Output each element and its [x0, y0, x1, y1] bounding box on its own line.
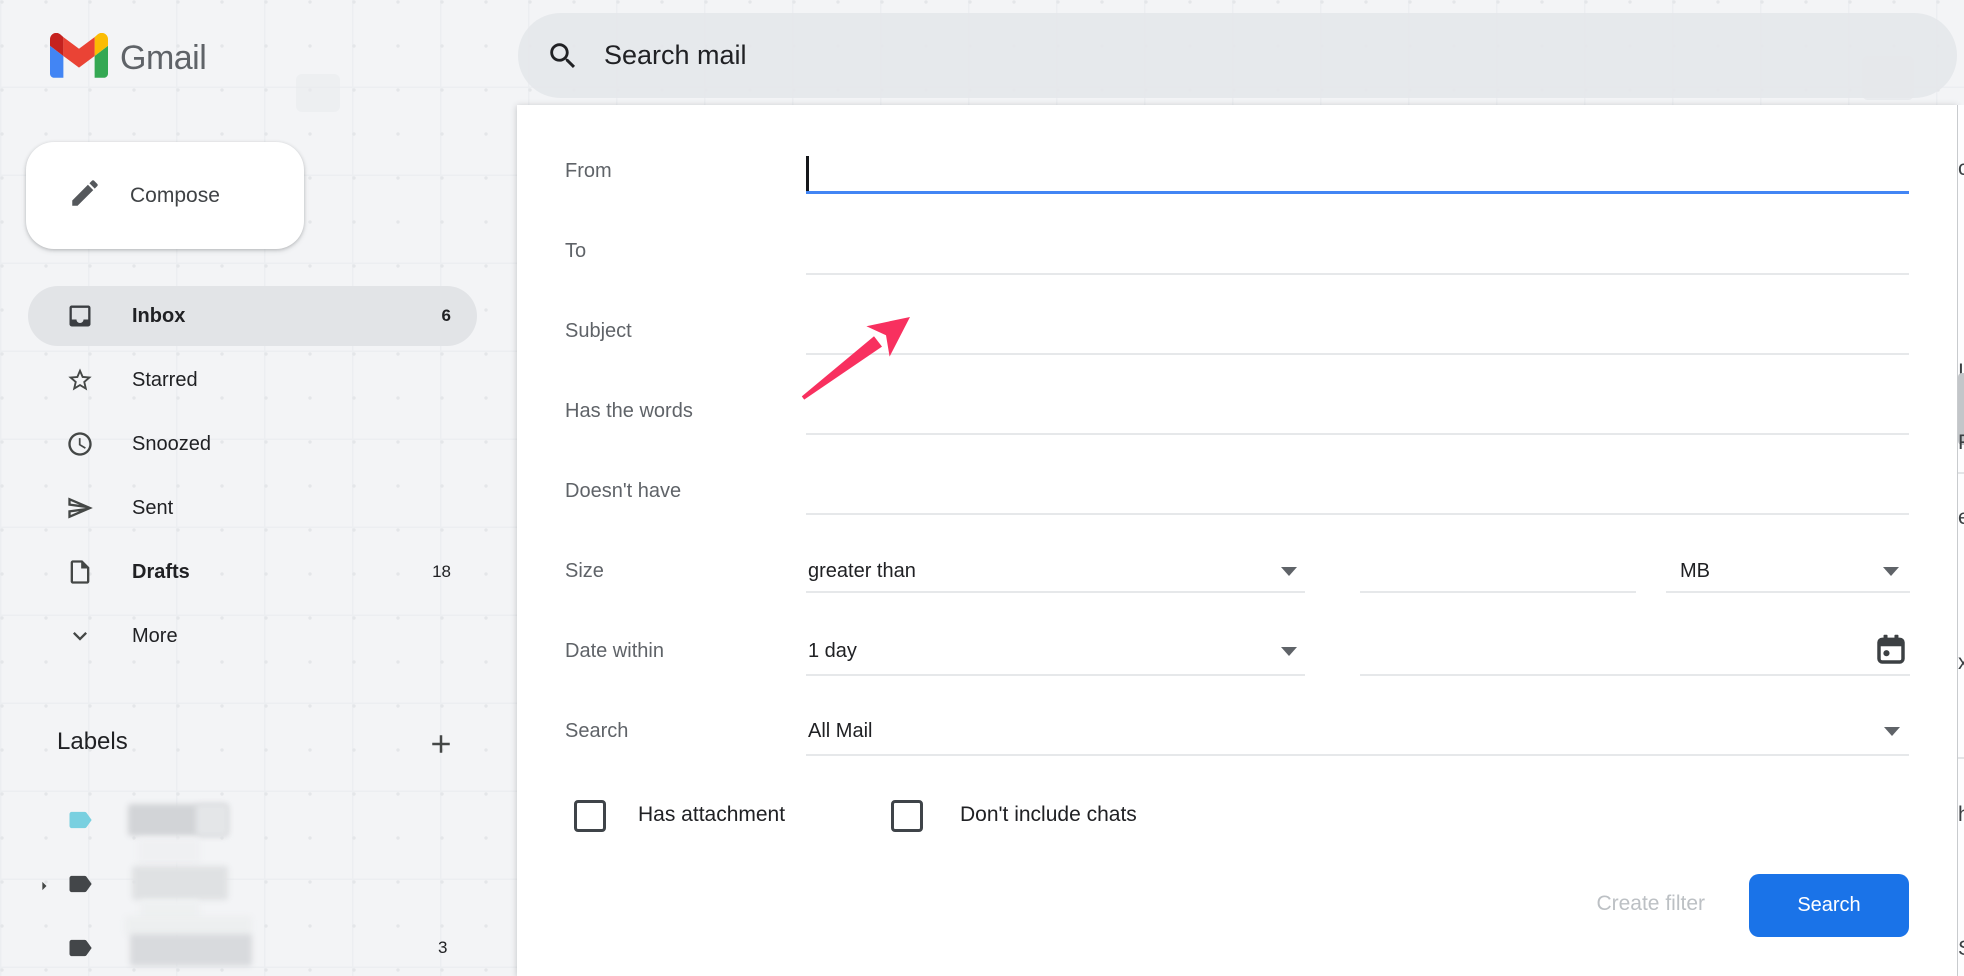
subject-field-label: Subject: [565, 320, 632, 343]
calendar-icon[interactable]: [1875, 632, 1907, 673]
search-mail-input[interactable]: Search mail: [518, 13, 1957, 98]
sidebar-item-more[interactable]: More: [28, 606, 477, 666]
dropdown-arrow-icon: [1884, 727, 1900, 736]
sidebar-item-snoozed[interactable]: Snoozed: [28, 414, 477, 474]
underline: [1360, 674, 1910, 676]
underline: [806, 273, 1909, 275]
drafts-count-badge: 18: [432, 562, 451, 582]
search-scope-dropdown[interactable]: All Mail: [806, 707, 1909, 753]
edge-text-fragment: F: [1958, 431, 1964, 455]
redacted-label-text: [196, 804, 228, 836]
sidebar-item-label: Inbox: [132, 305, 185, 328]
redacted-label-text: [132, 866, 228, 900]
redacted-label-text: [138, 838, 200, 864]
sidebar-item-inbox[interactable]: Inbox 6: [28, 286, 477, 346]
size-amount-input[interactable]: [1360, 547, 1636, 593]
pencil-icon: [68, 176, 102, 215]
search-scope-value: All Mail: [808, 720, 872, 743]
expand-label-icon[interactable]: [34, 876, 54, 896]
label-tag-icon: [66, 870, 94, 898]
sidebar-item-label: Drafts: [132, 561, 190, 584]
has-attachment-checkbox[interactable]: [574, 800, 606, 832]
search-icon[interactable]: [546, 39, 580, 73]
edge-text-fragment: e: [1958, 506, 1964, 530]
size-operator-value: greater than: [808, 560, 916, 583]
date-within-field-label: Date within: [565, 640, 664, 663]
sidebar-item-starred[interactable]: Starred: [28, 350, 477, 410]
edge-text-fragment: S: [1958, 937, 1964, 961]
add-label-button[interactable]: [426, 729, 456, 759]
chevron-down-icon: [66, 622, 94, 650]
underline: [806, 353, 1909, 355]
label-tag-icon: [66, 934, 94, 962]
sidebar-item-label: Starred: [132, 369, 198, 392]
sidebar-item-label: Sent: [132, 497, 173, 520]
underline: [806, 433, 1909, 435]
label-tag-icon-teal: [66, 806, 94, 834]
has-words-field-label: Has the words: [565, 400, 693, 423]
to-field-label: To: [565, 240, 586, 263]
date-range-dropdown[interactable]: 1 day: [806, 627, 1305, 673]
size-field-label: Size: [565, 560, 604, 583]
search-button[interactable]: Search: [1749, 874, 1909, 937]
dont-include-chats-checkbox[interactable]: [891, 800, 923, 832]
to-input[interactable]: [806, 227, 1909, 273]
sidebar-item-label: More: [132, 625, 178, 648]
search-placeholder: Search mail: [604, 40, 747, 71]
redacted-label-text: [125, 916, 252, 936]
draft-icon: [66, 558, 94, 586]
inbox-icon: [66, 302, 94, 330]
inbox-count-badge: 6: [442, 306, 451, 326]
edge-divider: [1958, 472, 1964, 474]
labels-section-title: Labels: [57, 728, 128, 756]
underline: [806, 513, 1909, 515]
create-filter-button[interactable]: Create filter: [1525, 892, 1705, 916]
edge-divider: [1958, 757, 1964, 759]
gmail-wordmark: Gmail: [120, 39, 206, 78]
underline: [806, 754, 1909, 756]
size-operator-dropdown[interactable]: greater than: [806, 547, 1305, 593]
advanced-search-panel: From To Subject Has the words Doesn't ha…: [517, 105, 1957, 976]
subject-input[interactable]: [806, 307, 1909, 353]
underline: [1360, 591, 1636, 593]
from-input[interactable]: [806, 145, 1909, 191]
dropdown-arrow-icon: [1883, 567, 1899, 576]
dropdown-arrow-icon: [1281, 647, 1297, 656]
edge-text-fragment: x: [1958, 651, 1964, 675]
background-pattern-square: [296, 74, 340, 112]
gmail-logo-icon: [50, 33, 108, 83]
sidebar-item-sent[interactable]: Sent: [28, 478, 477, 538]
edge-text-fragment: c: [1958, 157, 1964, 181]
from-focus-underline: [806, 191, 1909, 194]
size-unit-value: MB: [1680, 560, 1710, 583]
dropdown-arrow-icon: [1281, 567, 1297, 576]
has-words-input[interactable]: [806, 387, 1909, 433]
underline: [806, 591, 1305, 593]
label-count-badge: 3: [438, 938, 447, 958]
doesnt-have-field-label: Doesn't have: [565, 480, 681, 503]
sidebar-item-drafts[interactable]: Drafts 18: [28, 542, 477, 602]
has-attachment-label: Has attachment: [638, 803, 785, 827]
from-field-label: From: [565, 160, 612, 183]
sidebar-item-label: Snoozed: [132, 433, 211, 456]
underline: [1666, 591, 1910, 593]
search-scope-field-label: Search: [565, 720, 628, 743]
date-input[interactable]: [1360, 627, 1910, 673]
size-unit-dropdown[interactable]: MB: [1666, 547, 1910, 593]
redacted-label-text: [130, 934, 252, 966]
clock-icon: [66, 430, 94, 458]
doesnt-have-input[interactable]: [806, 467, 1909, 513]
edge-text-fragment: h: [1958, 803, 1964, 827]
underline: [806, 674, 1305, 676]
date-range-value: 1 day: [808, 640, 857, 663]
send-icon: [66, 494, 94, 522]
compose-button[interactable]: Compose: [26, 142, 304, 249]
gmail-logo[interactable]: Gmail: [50, 33, 206, 83]
dont-include-chats-label: Don't include chats: [960, 803, 1137, 827]
clipped-right-edge-content: c I F e x h S: [1957, 105, 1964, 976]
star-icon: [66, 366, 94, 394]
compose-label: Compose: [130, 184, 220, 208]
